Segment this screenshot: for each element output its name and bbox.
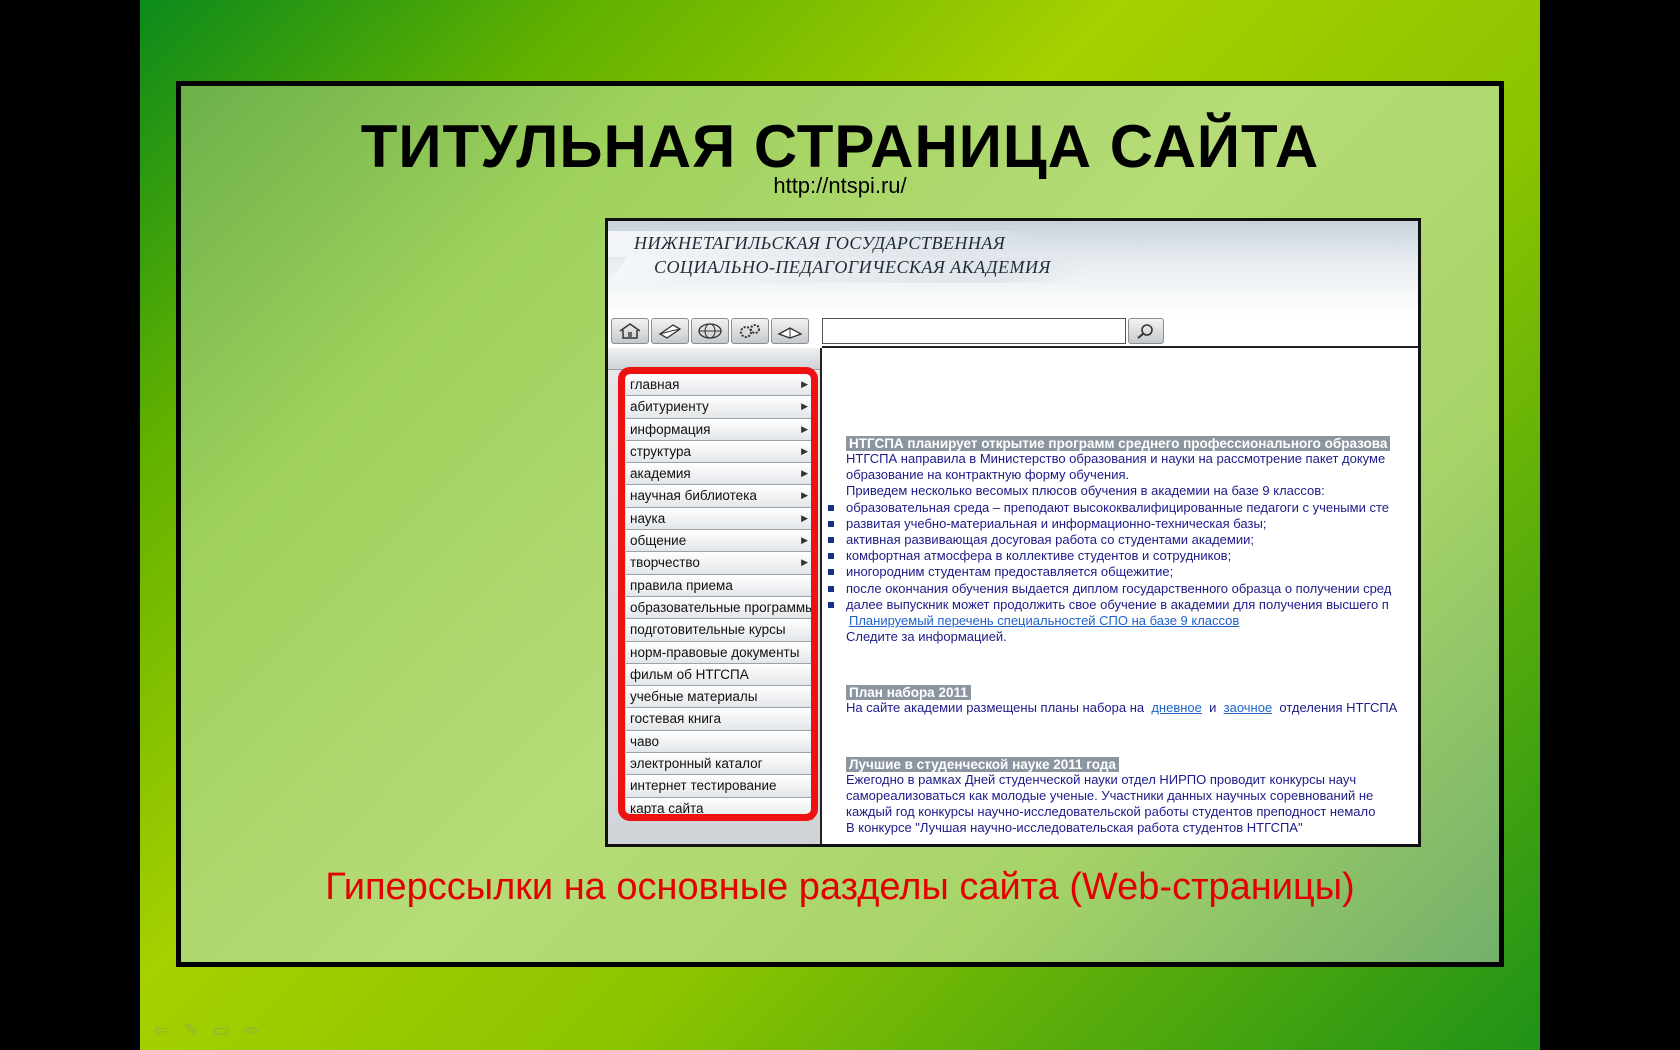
news-bullet-list: образовательная среда – преподают высоко… (828, 500, 1418, 613)
slide-menu-icon[interactable]: ▭ (210, 1020, 232, 1041)
home-icon[interactable] (611, 318, 649, 344)
news-text: и (1209, 700, 1217, 716)
news-text: самореализоваться как молодые ученые. Уч… (846, 787, 1374, 803)
news-bullet: комфортная атмосфера в коллективе студен… (828, 548, 1418, 564)
site-header: НИЖНЕТАГИЛЬСКАЯ ГОСУДАРСТВЕННАЯ СОЦИАЛЬН… (608, 221, 1418, 316)
news-item: НТГСПА планирует открытие программ средн… (828, 436, 1418, 645)
news-link-day[interactable]: дневное (1151, 700, 1202, 715)
news-text: Приведем несколько весомых плюсов обучен… (846, 483, 1325, 499)
news-item: План набора 2011 На сайте академии разме… (846, 685, 1418, 716)
news-text: На сайте академии размещены планы набора… (846, 700, 1145, 716)
news-text: В конкурсе "Лучшая научно-исследовательс… (846, 820, 1303, 836)
slide-title: ТИТУЛЬНАЯ СТРАНИЦА САЙТА (360, 113, 1320, 180)
next-slide-icon[interactable]: ⇨ (240, 1020, 262, 1041)
slide-caption: Гиперссылки на основные разделы сайта (W… (325, 866, 1355, 908)
news-bullet: далее выпускник может продолжить свое об… (828, 597, 1418, 613)
website-screenshot: НИЖНЕТАГИЛЬСКАЯ ГОСУДАРСТВЕННАЯ СОЦИАЛЬН… (605, 218, 1421, 847)
mail-icon[interactable] (651, 318, 689, 344)
news-text: Следите за информацией. (846, 629, 1007, 645)
news-text: образование на контрактную форму обучени… (846, 467, 1130, 483)
news-text: отделения НТГСПА (1279, 700, 1398, 716)
news-link[interactable]: Планируемый перечень специальностей СПО … (849, 613, 1239, 628)
news-text: Ежегодно в рамках Дней студенческой наук… (846, 771, 1357, 787)
news-title[interactable]: План набора 2011 (846, 685, 971, 701)
previous-slide-icon[interactable]: ⇦ (150, 1020, 172, 1041)
slideshow-nav: ⇦ ✎ ▭ ⇨ (150, 1020, 262, 1041)
news-title[interactable]: НТГСПА планирует открытие программ средн… (846, 436, 1391, 451)
news-title[interactable]: Лучшие в студенческой науке 2011 года (846, 756, 1119, 772)
site-header-line2: СОЦИАЛЬНО-ПЕДАГОГИЧЕСКАЯ АКАДЕМИЯ (654, 257, 1051, 277)
news-bullet: после окончания обучения выдается диплом… (828, 581, 1418, 597)
news-bullet: образовательная среда – преподают высоко… (828, 500, 1418, 516)
news-text: каждый год конкурсы научно-исследователь… (846, 804, 1376, 820)
site-search-input[interactable] (822, 318, 1126, 344)
slide-frame: ТИТУЛЬНАЯ СТРАНИЦА САЙТА http://ntspi.ru… (176, 81, 1504, 967)
slide: ТИТУЛЬНАЯ СТРАНИЦА САЙТА http://ntspi.ru… (140, 0, 1540, 1050)
site-header-line1: НИЖНЕТАГИЛЬСКАЯ ГОСУДАРСТВЕННАЯ (634, 233, 1006, 253)
menu-highlight-box (618, 367, 818, 821)
gears-icon[interactable] (731, 318, 769, 344)
news-bullet: иногородним студентам предоставляется об… (828, 564, 1418, 580)
search-icon[interactable] (1128, 318, 1164, 344)
pen-icon[interactable]: ✎ (180, 1020, 202, 1041)
news-text: НТГСПА направила в Министерство образова… (846, 451, 1386, 466)
news-bullet: активная развивающая досуговая работа со… (828, 532, 1418, 548)
site-toolbar (608, 316, 1418, 346)
news-bullet: развитая учебно-материальная и информаци… (828, 516, 1418, 532)
news-item: Лучшие в студенческой науке 2011 года Еж… (846, 756, 1418, 837)
slide-url: http://ntspi.ru/ (773, 173, 907, 198)
book-icon[interactable] (771, 318, 809, 344)
globe-icon[interactable] (691, 318, 729, 344)
news-link-correspondence[interactable]: заочное (1224, 700, 1273, 715)
site-main-content: НТГСПА планирует открытие программ средн… (822, 348, 1418, 844)
